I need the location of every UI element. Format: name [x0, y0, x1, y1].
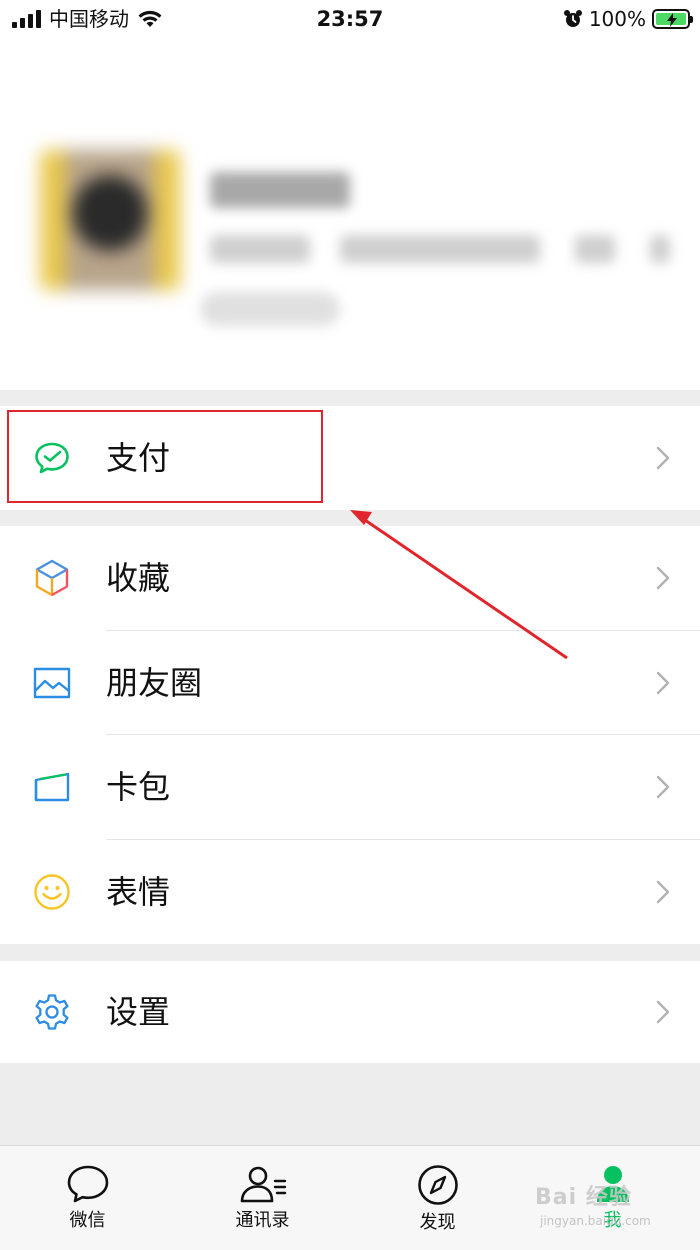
menu-item-card-wallet[interactable]: 卡包	[0, 735, 700, 840]
menu-item-label: 表情	[106, 872, 171, 911]
menu-item-label: 卡包	[106, 768, 171, 807]
tab-label: 发现	[419, 1212, 456, 1233]
gear-icon	[35, 994, 69, 1030]
chevron-right-icon	[656, 1000, 670, 1024]
menu-item-label: 设置	[106, 993, 171, 1031]
watermark-url: jingyan.baidu.com	[540, 1214, 651, 1228]
chevron-right-icon	[656, 776, 670, 799]
tab-label: 微信	[69, 1210, 106, 1231]
tab-discover[interactable]: 发现	[350, 1146, 525, 1250]
chevron-right-icon	[656, 880, 670, 903]
smiley-icon	[34, 874, 70, 910]
watermark: Bai 经验	[535, 1185, 632, 1210]
tab-contacts[interactable]: 通讯录	[175, 1146, 350, 1250]
tab-label: 通讯录	[235, 1210, 290, 1231]
menu-item-stickers[interactable]: 表情	[0, 840, 700, 945]
contacts-icon	[240, 1166, 286, 1203]
compass-icon	[417, 1165, 458, 1205]
annotation-arrow	[350, 510, 568, 660]
chat-bubble-icon	[67, 1165, 108, 1203]
menu-group-settings: 设置	[0, 961, 700, 1063]
tab-chats[interactable]: 微信	[0, 1146, 175, 1250]
card-wallet-icon	[34, 773, 70, 802]
menu-item-settings[interactable]: 设置	[0, 961, 700, 1063]
